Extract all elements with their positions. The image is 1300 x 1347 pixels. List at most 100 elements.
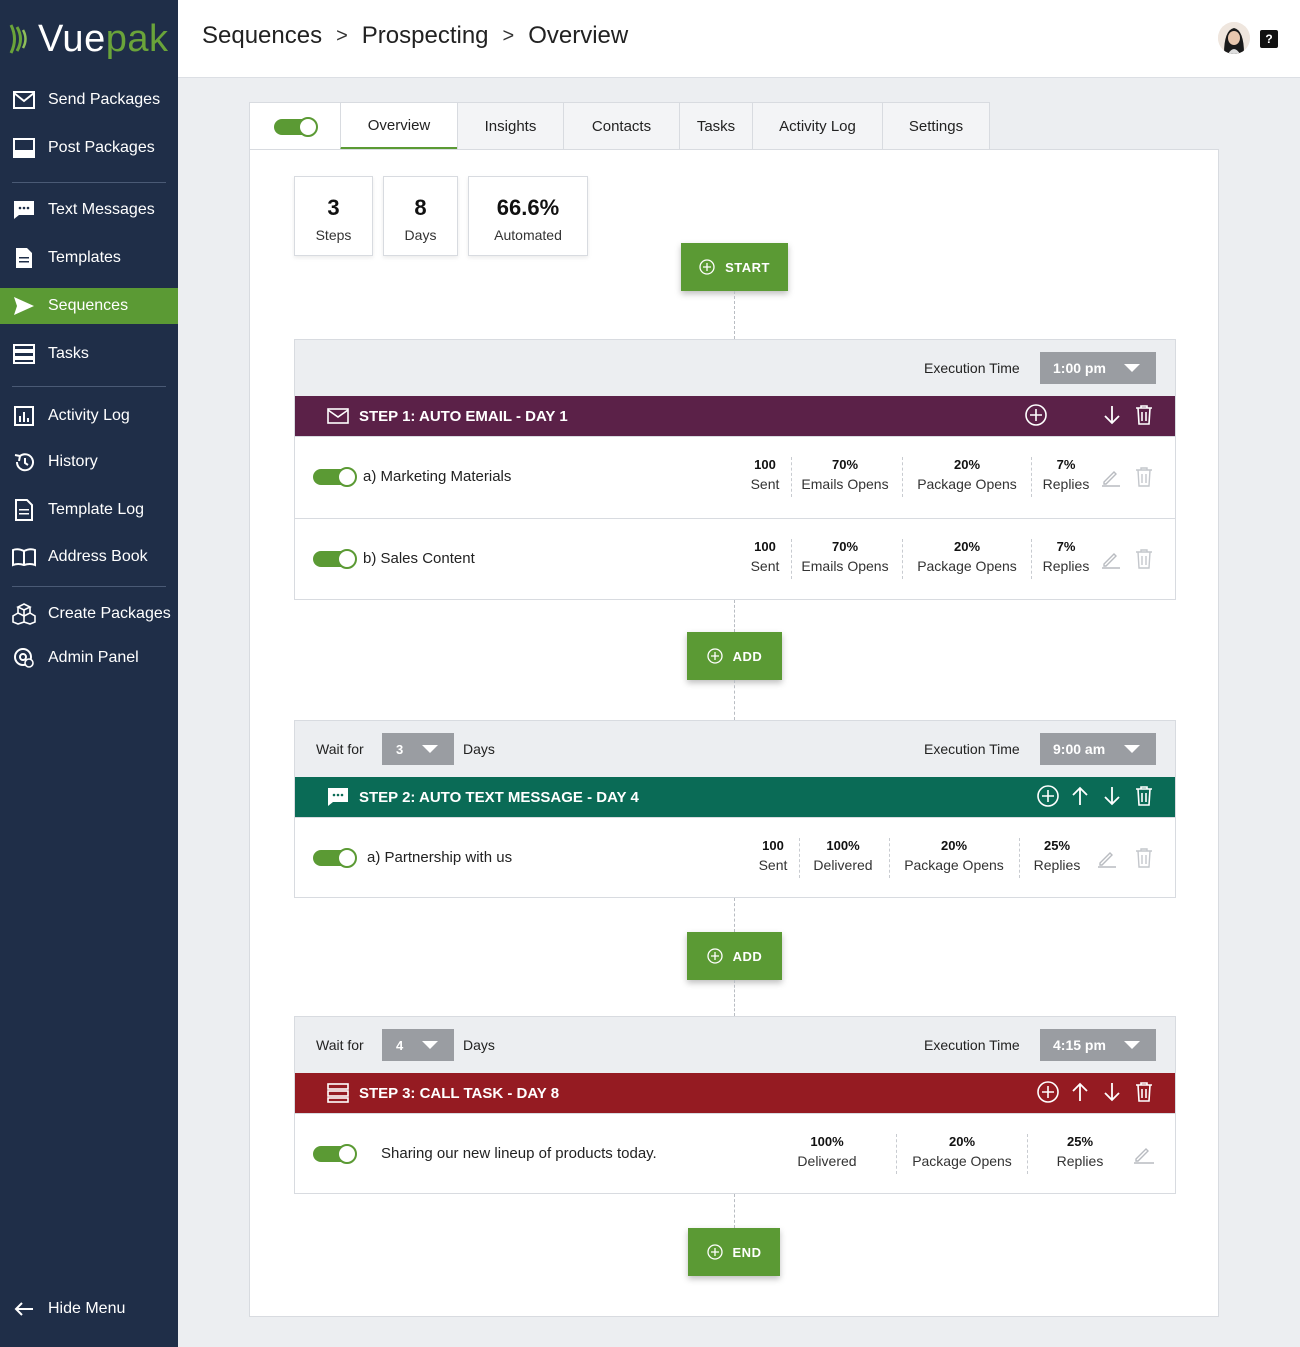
- sidebar-item-activity-log[interactable]: Activity Log: [0, 398, 178, 434]
- add-circle-icon[interactable]: [1037, 1081, 1059, 1103]
- metric-value: 100%: [810, 1134, 844, 1149]
- move-up-icon[interactable]: [1069, 1081, 1091, 1103]
- toggle-switch[interactable]: [274, 116, 318, 137]
- end-button[interactable]: END: [688, 1228, 780, 1276]
- sidebar-divider: [12, 386, 166, 387]
- execution-time-select[interactable]: 9:00 am: [1040, 733, 1156, 765]
- vuepak-logo[interactable]: Vuepak: [8, 14, 168, 64]
- add-step-button[interactable]: ADD: [687, 632, 782, 680]
- sequence-active-toggle[interactable]: [249, 102, 341, 150]
- sidebar-item-history[interactable]: History: [0, 444, 178, 480]
- sidebar-item-admin-panel[interactable]: Admin Panel: [0, 640, 178, 676]
- sidebar-item-post-packages[interactable]: Post Packages: [0, 130, 178, 166]
- edit-pencil-icon[interactable]: [1101, 467, 1121, 492]
- execution-time-label: Execution Time: [924, 741, 1020, 757]
- add-circle-icon[interactable]: [1037, 785, 1059, 807]
- chart-icon: [12, 404, 36, 428]
- step-1-row-b: b) Sales Content 100 Sent 70% Emails Opens…: [295, 518, 1175, 600]
- sidebar-item-templates[interactable]: Templates: [0, 240, 178, 276]
- row-toggle[interactable]: [313, 848, 357, 868]
- sidebar-divider: [12, 182, 166, 183]
- move-down-icon[interactable]: [1101, 1081, 1123, 1103]
- tab-tasks[interactable]: Tasks: [679, 102, 753, 150]
- metric-divider: [799, 838, 800, 878]
- sidebar-item-address-book[interactable]: Address Book: [0, 539, 178, 575]
- tab-insights[interactable]: Insights: [457, 102, 564, 150]
- wait-days-select[interactable]: 3: [382, 733, 454, 765]
- logo-text-pak: pak: [105, 17, 169, 60]
- days-label: Days: [463, 1037, 495, 1053]
- edit-pencil-icon[interactable]: [1097, 848, 1117, 873]
- start-button[interactable]: START: [681, 243, 788, 291]
- step-3-header: STEP 3: CALL TASK - DAY 8: [295, 1073, 1175, 1113]
- caret-down-icon: [1124, 1041, 1140, 1049]
- logo-waves-icon: [9, 24, 27, 54]
- tab-overview[interactable]: Overview: [340, 102, 458, 150]
- sidebar-item-sequences[interactable]: Sequences: [0, 288, 178, 324]
- trash-icon[interactable]: [1135, 549, 1153, 574]
- sidebar: Vuepak Send Packages Post Packages Text …: [0, 0, 178, 1347]
- trash-icon[interactable]: [1133, 1081, 1155, 1103]
- row-toggle[interactable]: [313, 1144, 357, 1164]
- metric-divider: [791, 457, 792, 497]
- sidebar-item-send-packages[interactable]: Send Packages: [0, 82, 178, 118]
- tab-settings[interactable]: Settings: [882, 102, 990, 150]
- move-down-icon[interactable]: [1101, 404, 1123, 426]
- wait-days-value: 3: [396, 741, 404, 757]
- row-toggle[interactable]: [313, 549, 357, 569]
- execution-time-select[interactable]: 1:00 pm: [1040, 352, 1156, 384]
- plus-circle-icon: [706, 1244, 723, 1260]
- trash-icon[interactable]: [1135, 467, 1153, 492]
- avatar[interactable]: [1218, 22, 1250, 54]
- breadcrumb-prospecting[interactable]: Prospecting: [362, 22, 489, 50]
- sidebar-item-label: Send Packages: [48, 91, 161, 108]
- metric-value: 7%: [1056, 539, 1076, 554]
- trash-icon[interactable]: [1133, 785, 1155, 807]
- metric-value: 25%: [1066, 1134, 1094, 1149]
- breadcrumb-sequences[interactable]: Sequences: [202, 22, 322, 50]
- metric-label: Package Opens: [917, 476, 1017, 492]
- edit-pencil-icon[interactable]: [1101, 549, 1121, 574]
- move-down-icon[interactable]: [1101, 785, 1123, 807]
- step-3-card: Wait for 4 Days Execution Time 4:15 pm S…: [294, 1016, 1176, 1194]
- stat-automated: 66.6% Automated: [468, 176, 588, 256]
- plus-circle-icon: [699, 259, 715, 275]
- execution-time-select[interactable]: 4:15 pm: [1040, 1029, 1156, 1061]
- admin-icon: [12, 646, 36, 670]
- add-step-button[interactable]: ADD: [687, 932, 782, 980]
- step-2-settings: Wait for 3 Days Execution Time 9:00 am: [295, 721, 1175, 777]
- metric-value: 100: [754, 457, 776, 472]
- stat-value: 8: [414, 195, 427, 220]
- add-circle-icon[interactable]: [1025, 404, 1047, 426]
- arrow-left-icon: [12, 1297, 36, 1321]
- start-label: START: [725, 259, 770, 275]
- trash-icon[interactable]: [1135, 848, 1153, 873]
- edit-pencil-icon[interactable]: [1133, 1144, 1155, 1169]
- metric-value: 20%: [953, 457, 981, 472]
- execution-time-value: 1:00 pm: [1053, 360, 1106, 376]
- sidebar-item-tasks[interactable]: Tasks: [0, 336, 178, 372]
- stat-steps: 3 Steps: [294, 176, 373, 256]
- wait-days-select[interactable]: 4: [382, 1029, 454, 1061]
- step-title: STEP 1: AUTO EMAIL - DAY 1: [359, 407, 568, 425]
- trash-icon[interactable]: [1133, 404, 1155, 426]
- flow-connector: [734, 600, 735, 632]
- help-icon[interactable]: ?: [1260, 30, 1278, 48]
- row-toggle[interactable]: [313, 467, 357, 487]
- sidebar-item-template-log[interactable]: Template Log: [0, 492, 178, 528]
- tab-activity-log[interactable]: Activity Log: [752, 102, 883, 150]
- metric-label: Package Opens: [912, 1153, 1012, 1169]
- metric-value: 25%: [1043, 838, 1071, 853]
- sidebar-item-label: Admin Panel: [48, 649, 139, 666]
- step-1-settings: Execution Time 1:00 pm: [295, 340, 1175, 396]
- metric-label: Delivered: [813, 857, 873, 873]
- sidebar-item-text-messages[interactable]: Text Messages: [0, 192, 178, 228]
- tab-contacts[interactable]: Contacts: [563, 102, 680, 150]
- sidebar-item-create-packages[interactable]: Create Packages: [0, 596, 178, 632]
- move-up-icon[interactable]: [1069, 785, 1091, 807]
- logo-text-vue: Vue: [38, 17, 106, 60]
- hide-menu-button[interactable]: Hide Menu: [0, 1291, 178, 1327]
- metric-label: Replies: [1042, 476, 1090, 492]
- execution-time-value: 4:15 pm: [1053, 1037, 1106, 1053]
- metric-label: Replies: [1042, 558, 1090, 574]
